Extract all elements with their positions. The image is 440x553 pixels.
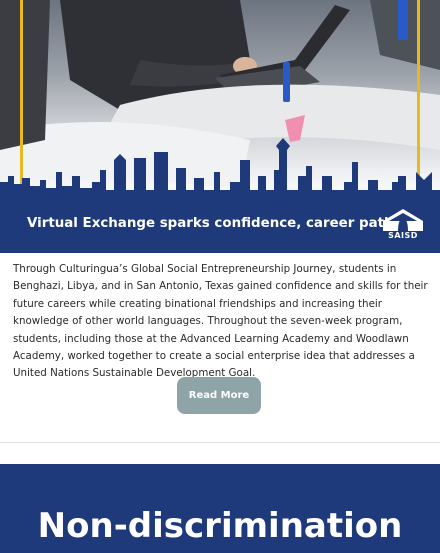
story-title: Virtual Exchange sparks confidence, care… <box>27 216 402 231</box>
hero-illustration <box>0 0 440 196</box>
next-section-title: Non-discrimination <box>37 506 403 546</box>
read-more-button[interactable]: Read More <box>177 377 261 414</box>
section-divider <box>0 442 440 443</box>
next-section-banner: Non-discrimination <box>0 464 440 553</box>
story-body: Through Culturingua’s Global Social Entr… <box>13 263 428 380</box>
hero-photo <box>0 0 440 203</box>
logo-text: SAISD <box>388 231 418 240</box>
story-banner: Virtual Exchange sparks confidence, care… <box>0 196 440 253</box>
